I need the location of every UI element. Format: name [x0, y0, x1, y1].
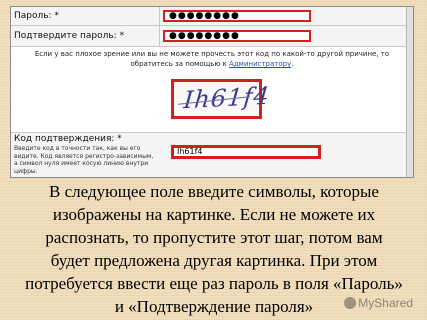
password-field[interactable]: ●●●●●●●●: [163, 10, 311, 22]
notice-end: .: [291, 60, 294, 68]
confirmation-code-input[interactable]: Ih61f4: [171, 145, 321, 159]
confirm-password-field[interactable]: ●●●●●●●●: [163, 30, 311, 42]
captcha-area: Если у вас плохое зрение или вы не может…: [11, 47, 413, 132]
code-label: Код подтверждения: *: [14, 134, 122, 144]
watermark: MyShared: [344, 296, 413, 310]
registration-form-screenshot: Пароль: * ●●●●●●●● Подтвердите пароль: *…: [10, 6, 414, 178]
code-confirmation-row: Код подтверждения: * Введите код в точно…: [11, 132, 413, 177]
watermark-text: MyShared: [358, 296, 413, 310]
captcha-image: Ih61f4: [171, 79, 271, 119]
captcha-notice: Если у вас плохое зрение или вы не может…: [21, 49, 403, 69]
password-row: Пароль: * ●●●●●●●●: [11, 7, 413, 26]
code-help-text: Введите код в точности так, как вы его в…: [14, 145, 154, 175]
notice-text: Если у вас плохое зрение или вы не может…: [34, 50, 390, 68]
watermark-logo-icon: [344, 297, 357, 309]
password-label: Пароль: *: [14, 11, 59, 21]
column-divider: [159, 7, 160, 47]
confirm-password-row: Подтвердите пароль: * ●●●●●●●●: [11, 26, 413, 47]
administrator-link[interactable]: Администратору: [229, 60, 291, 68]
confirm-password-label: Подтвердите пароль: *: [14, 31, 125, 41]
scrollbar[interactable]: [406, 7, 413, 177]
